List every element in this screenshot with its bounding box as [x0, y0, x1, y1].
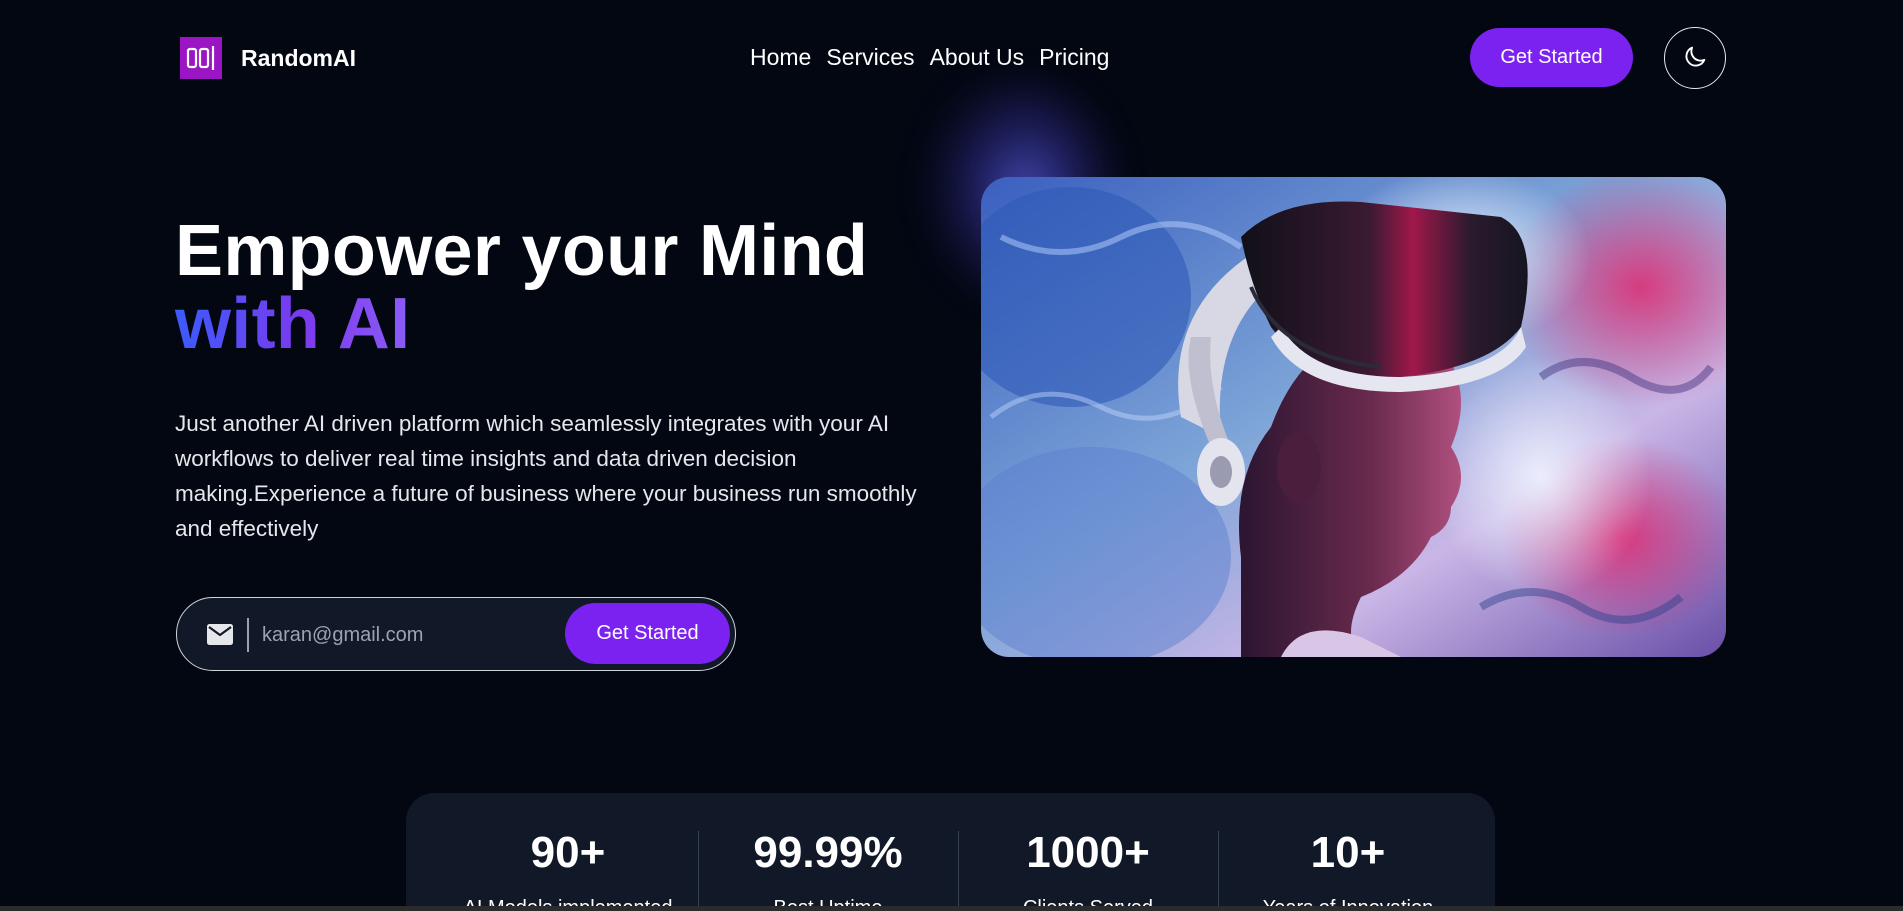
stats-bar: 90+ AI Models implemented 99.99% Best Up… — [406, 793, 1495, 911]
nav-about-us[interactable]: About Us — [930, 44, 1025, 71]
stat-clients: 1000+ Clients Served — [958, 793, 1218, 911]
input-divider — [247, 618, 249, 652]
stat-value: 90+ — [530, 828, 606, 877]
email-get-started-button[interactable]: Get Started — [565, 603, 730, 664]
hero-description: Just another AI driven platform which se… — [175, 411, 917, 541]
hero-title-line1: Empower your Mind — [175, 211, 869, 291]
header-get-started-button[interactable]: Get Started — [1470, 28, 1633, 87]
nav-services[interactable]: Services — [826, 44, 914, 71]
stat-years: 10+ Years of Innovation — [1218, 793, 1478, 911]
stat-value: 1000+ — [1026, 828, 1150, 877]
nav-home[interactable]: Home — [750, 44, 811, 71]
window-bottom-edge — [0, 906, 1903, 911]
stat-models: 90+ AI Models implemented — [438, 793, 698, 911]
stat-value: 10+ — [1310, 828, 1386, 877]
stat-value: 99.99% — [753, 828, 903, 877]
brand[interactable]: RandomAI — [180, 37, 356, 79]
site-header: RandomAI Home Services About Us Pricing … — [0, 0, 1903, 116]
email-input[interactable] — [262, 618, 562, 652]
theme-toggle-button[interactable] — [1664, 27, 1726, 89]
stat-uptime: 99.99% Best Uptime — [698, 793, 958, 911]
nav-pricing[interactable]: Pricing — [1039, 44, 1109, 71]
brackets-logo-icon — [180, 37, 222, 79]
mail-icon — [207, 624, 233, 650]
vr-headset-photo — [981, 177, 1726, 657]
main-nav: Home Services About Us Pricing — [750, 44, 1109, 71]
hero-title: Empower your Mind with AI — [175, 215, 868, 361]
email-signup-form: Get Started — [176, 597, 736, 671]
brand-name: RandomAI — [241, 44, 356, 71]
moon-icon — [1681, 43, 1709, 74]
hero-title-line2: with AI — [175, 284, 411, 364]
